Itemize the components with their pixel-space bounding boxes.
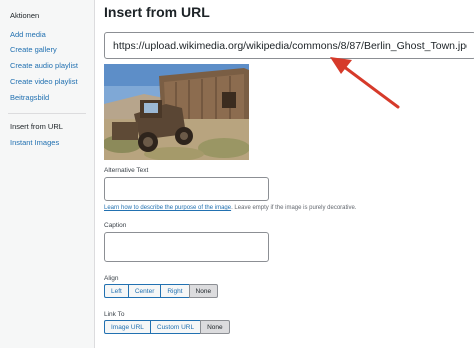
align-right-button[interactable]: Right [160, 284, 190, 298]
alt-text-field[interactable] [104, 177, 269, 201]
page-title: Insert from URL [104, 4, 210, 20]
alt-text-help: Learn how to describe the purpose of the… [104, 205, 357, 211]
sidebar-item-instant-images[interactable]: Instant Images [10, 138, 59, 147]
link-to-custom-url-button[interactable]: Custom URL [149, 320, 202, 334]
alt-text-help-text: . Leave empty if the image is purely dec… [231, 205, 357, 211]
link-to-image-url-button[interactable]: Image URL [104, 320, 151, 334]
sidebar-item-create-gallery[interactable]: Create gallery [10, 45, 57, 54]
sidebar-item-insert-from-url[interactable]: Insert from URL [10, 122, 63, 131]
align-left-button[interactable]: Left [104, 284, 129, 298]
sidebar-item-create-video-playlist[interactable]: Create video playlist [10, 77, 78, 86]
align-button-group: Left Center Right None [104, 284, 219, 298]
sidebar-item-beitragsbild[interactable]: Beitragsbild [10, 93, 49, 102]
align-none-button[interactable]: None [188, 284, 219, 298]
link-to-label: Link To [104, 311, 125, 318]
media-sidebar: Aktionen Add media Create gallery Create… [0, 0, 95, 348]
image-preview [104, 64, 249, 160]
url-input[interactable] [104, 32, 474, 59]
link-to-button-group: Image URL Custom URL None [104, 320, 230, 334]
sidebar-divider [8, 113, 86, 114]
align-label: Align [104, 275, 119, 282]
alt-text-label: Alternative Text [104, 167, 149, 174]
caption-label: Caption [104, 222, 127, 229]
sidebar-item-create-audio-playlist[interactable]: Create audio playlist [10, 61, 78, 70]
align-center-button[interactable]: Center [127, 284, 162, 298]
link-to-none-button[interactable]: None [200, 320, 230, 334]
sidebar-title: Aktionen [10, 11, 40, 20]
caption-field[interactable] [104, 232, 269, 262]
alt-text-help-link[interactable]: Learn how to describe the purpose of the… [104, 205, 231, 211]
sidebar-item-add-media[interactable]: Add media [10, 30, 46, 39]
